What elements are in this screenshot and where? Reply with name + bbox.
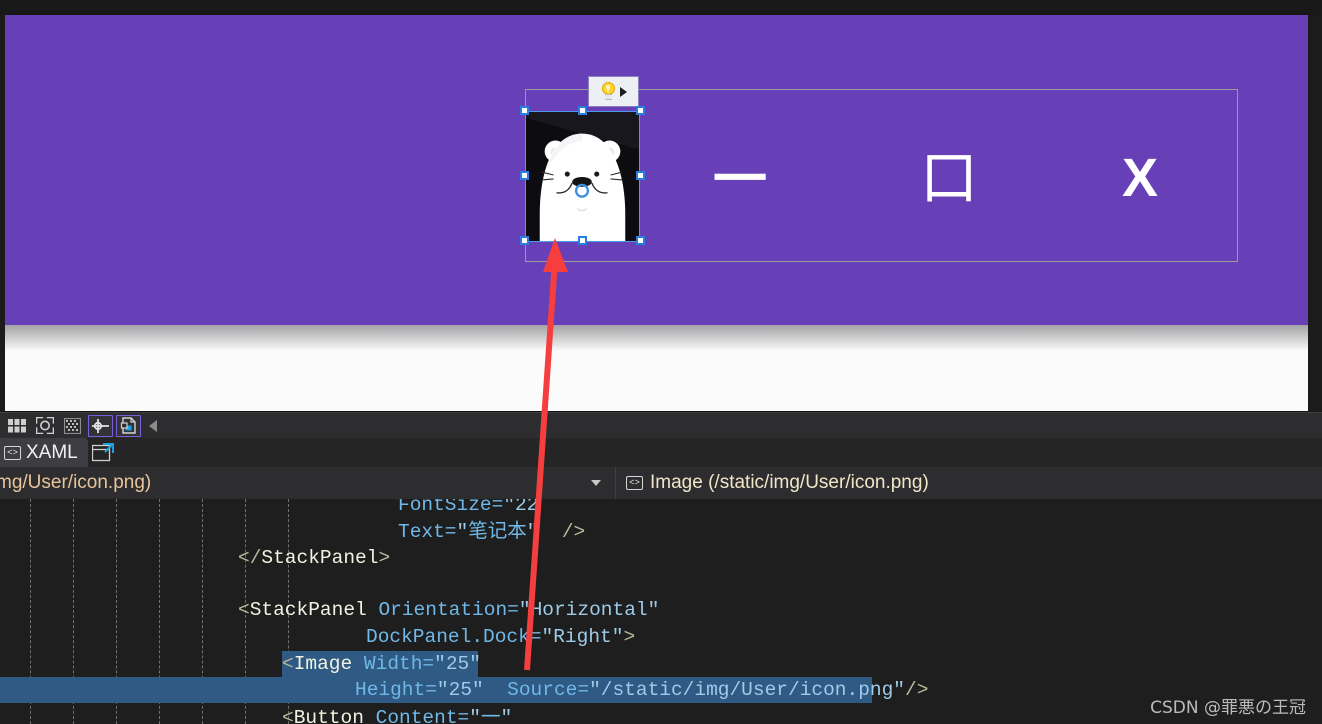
code-token-tag: StackPanel	[249, 599, 379, 621]
code-token-str: "25"	[436, 679, 484, 701]
artboard-icon[interactable]	[32, 415, 57, 437]
code-token-ang: <	[238, 599, 250, 621]
code-token-attr: Width=	[363, 653, 435, 675]
annotation-arrow	[524, 238, 568, 671]
code-token-cjk: 一	[480, 705, 501, 724]
snap-crosshair-icon[interactable]	[88, 414, 113, 437]
designer-right-gutter	[1308, 15, 1322, 412]
editor-tab-row	[0, 438, 1322, 467]
designer-left-gutter	[0, 15, 5, 412]
tab-xaml-label: XAML	[26, 441, 78, 463]
code-line[interactable]: Height="25" Source="/static/img/User/ico…	[0, 677, 1322, 703]
selected-image-element[interactable]	[525, 111, 640, 242]
watermark: CSDN @罪悪の王冠	[1150, 698, 1306, 718]
code-token-attr: Content=	[375, 707, 470, 724]
xaml-code-editor[interactable]: FontSize="22 Text="笔记本" /> </StackPanel> <S…	[0, 499, 1322, 724]
code-line[interactable]: </StackPanel>	[0, 545, 1322, 571]
top-strip	[0, 0, 1322, 15]
minimize-button[interactable]: 一	[713, 153, 767, 207]
tab-xaml[interactable]: <> XAML	[0, 438, 88, 467]
code-token-str: "	[469, 707, 481, 724]
code-token-tag: Image	[293, 653, 364, 675]
editor-navigation-bar[interactable]: mg/User/icon.png) <> Image (/static/img/…	[0, 467, 1322, 499]
close-button[interactable]: X	[1122, 151, 1158, 205]
designer-surface[interactable]: 一 口 X	[0, 15, 1322, 412]
triangle-right-icon[interactable]	[619, 86, 627, 97]
preview-body	[5, 325, 1308, 411]
polar-bear-image	[526, 112, 639, 241]
lightbulb-icon[interactable]	[601, 82, 616, 101]
split-view-icon[interactable]	[92, 443, 114, 462]
code-token-tag: Button	[293, 707, 376, 724]
code-token-ang: <	[282, 707, 294, 724]
visual-studio-xaml-designer: 一 口 X <> XAML mg/User/icon.png) <> Image…	[0, 0, 1322, 724]
resize-handle-n[interactable]	[578, 106, 587, 115]
code-token-ang: >	[378, 547, 391, 569]
code-token-tag: StackPanel	[261, 547, 379, 569]
code-line[interactable]: FontSize="22	[0, 499, 1322, 518]
code-line[interactable]: DockPanel.Dock="Right">	[0, 624, 1322, 650]
element-dropdown-value: Image (/static/img/User/icon.png)	[650, 472, 929, 493]
collapse-triangle-icon[interactable]	[149, 419, 157, 432]
resize-handle-nw[interactable]	[520, 106, 529, 115]
maximize-button[interactable]: 口	[920, 149, 978, 207]
code-token-attr: Text=	[398, 521, 457, 543]
code-token-str: "/static/img/User/icon.png"	[589, 679, 906, 701]
code-line[interactable]: <StackPanel Orientation="Horizontal"	[0, 597, 1322, 623]
code-token-ang: >	[623, 626, 636, 648]
checkerboard-icon[interactable]	[60, 415, 85, 437]
resize-handle-se[interactable]	[636, 236, 645, 245]
designer-toolbar[interactable]	[0, 412, 1322, 438]
code-token-ang: </	[238, 547, 262, 569]
document-outline-icon[interactable]	[116, 414, 141, 437]
code-token-str: "25"	[434, 653, 481, 675]
code-token-attr: FontSize=	[398, 499, 504, 516]
code-token-ang: />	[905, 679, 929, 701]
code-token-ang: <	[282, 653, 294, 675]
element-dropdown[interactable]: <> Image (/static/img/User/icon.png)	[616, 467, 1322, 499]
code-token-attr: Height=	[355, 679, 437, 701]
code-token-attr: Orientation=	[378, 599, 519, 621]
code-chip-icon: <>	[4, 445, 21, 460]
smart-tag-popup[interactable]	[588, 76, 639, 107]
code-token-str: "	[456, 521, 469, 543]
code-line[interactable]: Text="笔记本" />	[0, 518, 1322, 544]
resize-handle-w[interactable]	[520, 171, 529, 180]
code-token-str: "	[500, 707, 513, 724]
resize-handle-ne[interactable]	[636, 106, 645, 115]
code-line[interactable]: <Image Width="25"	[0, 651, 1322, 677]
grid-icon[interactable]	[4, 415, 29, 437]
code-chip-icon: <>	[626, 476, 643, 490]
code-line[interactable]: <Button Content="一"	[0, 704, 1322, 724]
resize-handle-e[interactable]	[636, 171, 645, 180]
member-dropdown-value: mg/User/icon.png)	[0, 472, 152, 493]
